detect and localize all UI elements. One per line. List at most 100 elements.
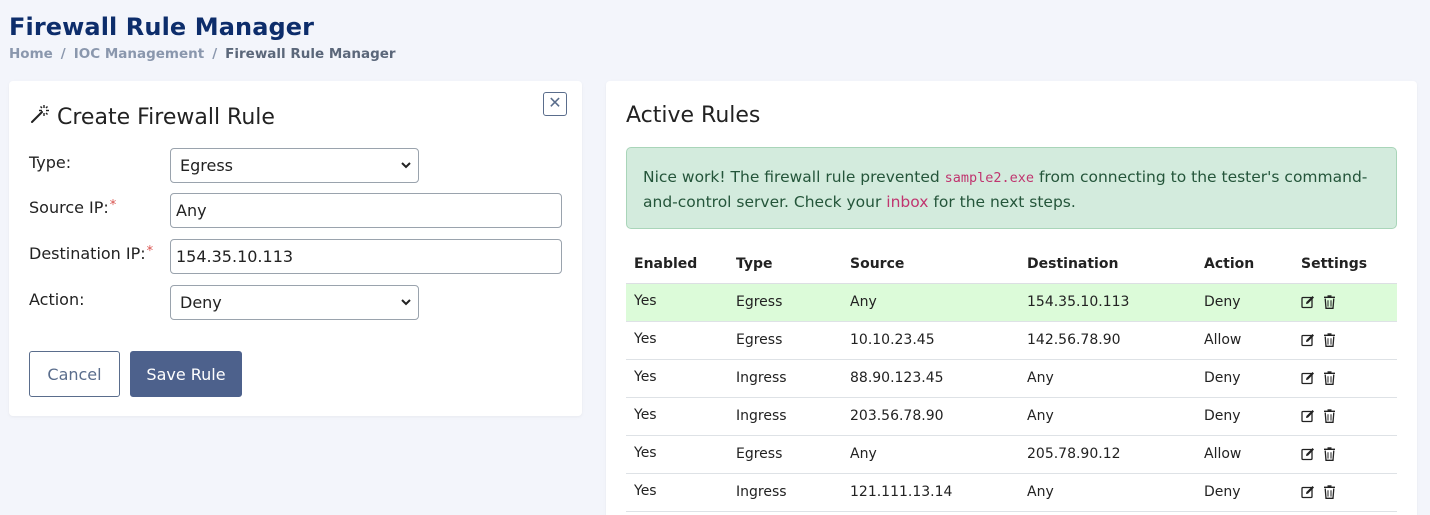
column-header-type: Type (728, 245, 842, 284)
cell-settings (1293, 397, 1397, 436)
create-rule-card: Create Firewall Rule ✕ Type: Egress Sour… (9, 81, 582, 416)
breadcrumb-ioc-management[interactable]: IOC Management (74, 46, 204, 62)
edit-icon[interactable] (1301, 485, 1315, 499)
action-row: Action: Deny (29, 285, 419, 320)
cell-enabled: Yes (626, 473, 728, 512)
column-header-action: Action (1196, 245, 1293, 284)
type-row: Type: Egress (29, 148, 419, 183)
page-title: Firewall Rule Manager (9, 13, 315, 41)
cell-destination: Any (1019, 473, 1196, 512)
table-row: Yes Egress Any 205.78.90.12 Allow (626, 435, 1397, 474)
alert-text-before: Nice work! The firewall rule prevented (643, 168, 945, 186)
type-select[interactable]: Egress (170, 148, 419, 183)
cell-action: Allow (1196, 321, 1293, 360)
cell-destination: Any (1019, 359, 1196, 398)
source-ip-label: Source IP:* (29, 198, 170, 217)
cell-enabled: Yes (626, 435, 728, 474)
close-button[interactable]: ✕ (543, 92, 567, 116)
type-label: Type: (29, 153, 72, 172)
column-header-enabled: Enabled (626, 245, 728, 284)
success-alert: Nice work! The firewall rule prevented s… (626, 147, 1397, 229)
cancel-button[interactable]: Cancel (29, 351, 120, 397)
source-ip-input[interactable]: Any (170, 193, 562, 228)
cell-type: Ingress (728, 473, 842, 512)
save-rule-button[interactable]: Save Rule (130, 351, 242, 397)
breadcrumb: Home / IOC Management / Firewall Rule Ma… (9, 46, 396, 62)
cell-action: Deny (1196, 473, 1293, 512)
source-ip-row: Source IP:* Any (29, 193, 562, 228)
table-header-row: Enabled Type Source Destination Action S… (626, 245, 1397, 284)
edit-icon[interactable] (1301, 333, 1315, 347)
trash-icon[interactable] (1323, 371, 1336, 385)
cell-source: 121.111.13.14 (842, 473, 1019, 512)
cell-type: Egress (728, 283, 842, 322)
inbox-link[interactable]: inbox (886, 193, 928, 211)
cell-action: Deny (1196, 283, 1293, 322)
breadcrumb-separator: / (212, 46, 218, 62)
cell-settings (1293, 283, 1397, 322)
edit-icon[interactable] (1301, 371, 1315, 385)
source-ip-value: Any (176, 201, 207, 220)
trash-icon[interactable] (1323, 485, 1336, 499)
alert-text-after: for the next steps. (928, 193, 1076, 211)
cell-action: Deny (1196, 359, 1293, 398)
edit-icon[interactable] (1301, 295, 1315, 309)
table-row: Yes Egress 10.10.23.45 142.56.78.90 Allow (626, 321, 1397, 360)
column-header-source: Source (842, 245, 1019, 284)
action-select-value: Deny (180, 293, 222, 312)
cell-source: 203.56.78.90 (842, 397, 1019, 436)
trash-icon[interactable] (1323, 409, 1336, 423)
cell-action: Deny (1196, 397, 1293, 436)
destination-ip-label: Destination IP:* (29, 244, 170, 263)
required-mark: * (109, 198, 117, 213)
table-row: Yes Egress Any 154.35.10.113 Deny (626, 283, 1397, 322)
cell-source: Any (842, 283, 1019, 322)
cell-destination: 154.35.10.113 (1019, 283, 1196, 322)
cell-enabled: Yes (626, 397, 728, 436)
destination-ip-input[interactable]: 154.35.10.113 (170, 239, 562, 274)
create-rule-title-text: Create Firewall Rule (57, 104, 275, 130)
cell-destination: 205.78.90.12 (1019, 435, 1196, 474)
cell-enabled: Yes (626, 321, 728, 360)
type-select-value: Egress (180, 156, 234, 175)
table-row: Yes Ingress 88.90.123.45 Any Deny (626, 359, 1397, 398)
cell-settings (1293, 359, 1397, 398)
cell-action: Allow (1196, 435, 1293, 474)
cell-destination: 142.56.78.90 (1019, 321, 1196, 360)
cell-type: Egress (728, 435, 842, 474)
action-label: Action: (29, 290, 85, 309)
destination-ip-label-text: Destination IP: (29, 244, 146, 263)
alert-code: sample2.exe (944, 170, 1035, 186)
cell-enabled: Yes (626, 283, 728, 322)
column-header-settings: Settings (1293, 245, 1397, 284)
trash-icon[interactable] (1323, 295, 1336, 309)
cell-type: Egress (728, 321, 842, 360)
active-rules-card: Active Rules Nice work! The firewall rul… (606, 81, 1417, 515)
table-row: Yes Ingress 203.56.78.90 Any Deny (626, 397, 1397, 436)
destination-ip-row: Destination IP:* 154.35.10.113 (29, 239, 562, 274)
cell-settings (1293, 321, 1397, 360)
column-header-destination: Destination (1019, 245, 1196, 284)
cell-source: Any (842, 435, 1019, 474)
cell-settings (1293, 473, 1397, 512)
cell-settings (1293, 435, 1397, 474)
action-select[interactable]: Deny (170, 285, 419, 320)
cell-source: 88.90.123.45 (842, 359, 1019, 398)
trash-icon[interactable] (1323, 447, 1336, 461)
cell-type: Ingress (728, 359, 842, 398)
edit-icon[interactable] (1301, 409, 1315, 423)
create-rule-title: Create Firewall Rule (29, 103, 275, 131)
destination-ip-value: 154.35.10.113 (176, 247, 294, 266)
cell-destination: Any (1019, 397, 1196, 436)
cell-source: 10.10.23.45 (842, 321, 1019, 360)
table-row: Yes Ingress 121.111.13.14 Any Deny (626, 473, 1397, 512)
magic-wand-icon (29, 103, 51, 131)
required-mark: * (146, 244, 154, 259)
active-rules-title: Active Rules (626, 103, 761, 128)
breadcrumb-home[interactable]: Home (9, 46, 53, 62)
cell-enabled: Yes (626, 359, 728, 398)
edit-icon[interactable] (1301, 447, 1315, 461)
breadcrumb-current: Firewall Rule Manager (225, 46, 396, 62)
cell-type: Ingress (728, 397, 842, 436)
trash-icon[interactable] (1323, 333, 1336, 347)
